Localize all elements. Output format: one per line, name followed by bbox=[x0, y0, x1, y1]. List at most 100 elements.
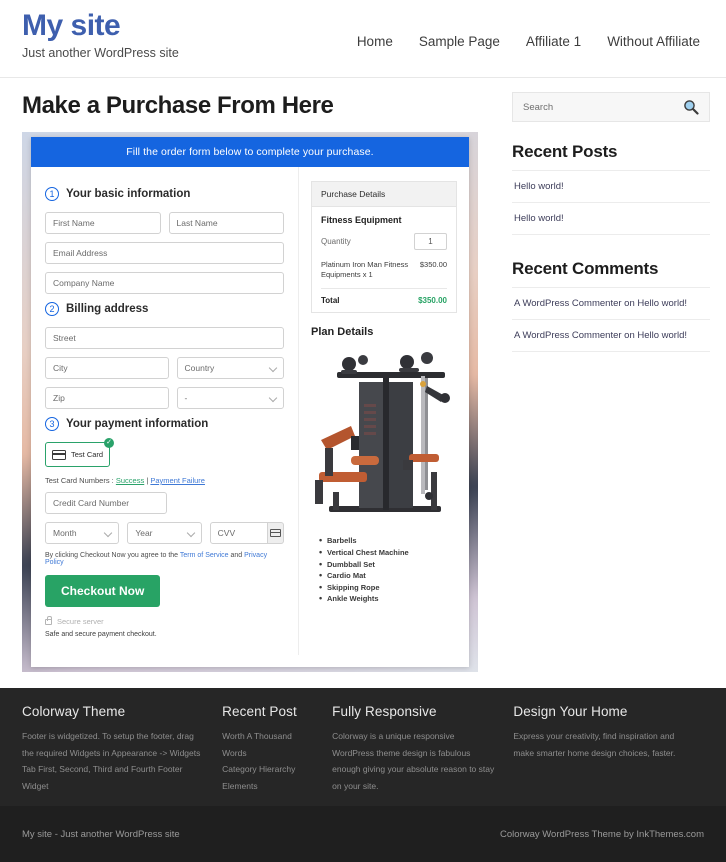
step-payment-information: 3 Your payment information bbox=[45, 417, 284, 431]
email-input[interactable]: Email Address bbox=[45, 242, 284, 264]
footer-column-title: Colorway Theme bbox=[22, 704, 126, 719]
footer-list-item[interactable]: Elements bbox=[222, 778, 316, 795]
nav-item-affiliate-1[interactable]: Affiliate 1 bbox=[526, 34, 581, 49]
total-amount: $350.00 bbox=[418, 296, 447, 306]
step-title-1: Your basic information bbox=[66, 188, 191, 200]
recent-comments-widget: Recent Comments A WordPress Commenter on… bbox=[512, 259, 710, 352]
lock-icon bbox=[45, 615, 52, 625]
footer-column-title: Recent Post bbox=[222, 704, 297, 719]
feature-item: Barbells bbox=[319, 534, 457, 548]
country-select[interactable]: Country bbox=[176, 357, 284, 379]
page-root: My site Just another WordPress site Home… bbox=[0, 0, 726, 862]
page-title: Make a Purchase From Here bbox=[22, 92, 334, 119]
nav-item-sample-page[interactable]: Sample Page bbox=[419, 34, 500, 49]
line-item-name: Platinum Iron Man Fitness Equipments x 1 bbox=[321, 260, 409, 280]
checkout-now-button[interactable]: Checkout Now bbox=[45, 575, 161, 607]
link-terms-of-service[interactable]: Term of Service bbox=[180, 552, 229, 559]
main-column: Make a Purchase From Here Fill the order… bbox=[0, 78, 500, 688]
step-title-2: Billing address bbox=[66, 303, 149, 315]
search-icon[interactable] bbox=[683, 99, 699, 115]
last-name-input[interactable]: Last Name bbox=[168, 212, 284, 234]
plan-details-title: Plan Details bbox=[311, 326, 374, 339]
footer-list-item[interactable]: Worth A Thousand Words bbox=[222, 728, 316, 761]
recent-comments-title: Recent Comments bbox=[512, 259, 710, 288]
feature-item: Vertical Chest Machine bbox=[319, 546, 457, 560]
sidebar: Search Recent Posts Hello world! Hello w… bbox=[500, 78, 726, 688]
footer-column-text: Footer is widgetized. To setup the foote… bbox=[22, 731, 201, 791]
step-number-2: 2 bbox=[45, 302, 59, 316]
feature-item: Dumbball Set bbox=[319, 558, 457, 572]
credit-card-icon bbox=[52, 449, 66, 460]
year-select-wrap: Year bbox=[127, 522, 202, 544]
line-item-row: Platinum Iron Man Fitness Equipments x 1… bbox=[321, 260, 447, 290]
purchase-details-box: Purchase Details Fitness Equipment Quant… bbox=[311, 181, 457, 314]
city-country-row: City Country bbox=[45, 357, 284, 379]
cvv-input[interactable]: CVV bbox=[209, 522, 268, 544]
cvv-help-button[interactable] bbox=[267, 522, 284, 544]
total-label: Total bbox=[321, 296, 340, 306]
recent-posts-widget: Recent Posts Hello world! Hello world! bbox=[512, 142, 710, 235]
company-input[interactable]: Company Name bbox=[45, 272, 284, 294]
credit-card-number-input[interactable]: Credit Card Number bbox=[45, 492, 167, 514]
city-input[interactable]: City bbox=[45, 357, 169, 379]
footer-column-4: Design Your Home Express your creativity… bbox=[513, 704, 704, 806]
fitness-equipment-image bbox=[311, 344, 461, 530]
agree-and: and bbox=[230, 552, 243, 559]
feature-item: Ankle Weights bbox=[319, 592, 457, 606]
checkout-body: 1 Your basic information First Name Last… bbox=[31, 167, 469, 655]
street-input[interactable]: Street bbox=[45, 327, 284, 349]
footer-column-text: Express your creativity, find inspiratio… bbox=[513, 731, 676, 758]
test-numbers-label: Test Card Numbers : bbox=[45, 476, 114, 485]
order-form: 1 Your basic information First Name Last… bbox=[31, 167, 299, 655]
footer-column-3: Fully Responsive Colorway is a unique re… bbox=[332, 704, 513, 806]
link-success[interactable]: Success bbox=[116, 476, 144, 485]
footer-column-title: Design Your Home bbox=[513, 704, 628, 719]
search-input[interactable]: Search bbox=[523, 102, 553, 113]
gym-machine-illustration bbox=[311, 344, 461, 530]
name-row: First Name Last Name bbox=[45, 212, 284, 234]
test-card-numbers-line: Test Card Numbers : Success | Payment Fa… bbox=[45, 476, 284, 485]
site-header: My site Just another WordPress site Home… bbox=[0, 0, 726, 78]
month-select[interactable]: Month bbox=[45, 522, 120, 544]
safe-checkout-note: Safe and secure payment checkout. bbox=[45, 631, 157, 638]
step-number-3: 3 bbox=[45, 417, 59, 431]
nav-item-without-affiliate[interactable]: Without Affiliate bbox=[607, 34, 700, 49]
content-area: Make a Purchase From Here Fill the order… bbox=[0, 78, 726, 688]
footer-column-2: Recent Post Worth A Thousand Words Categ… bbox=[222, 704, 332, 806]
list-item[interactable]: Hello world! bbox=[512, 203, 710, 235]
footer-list-item[interactable]: Category Hierarchy bbox=[222, 761, 316, 778]
brand[interactable]: My site Just another WordPress site bbox=[22, 10, 179, 60]
year-select[interactable]: Year bbox=[127, 522, 202, 544]
zip-input[interactable]: Zip bbox=[45, 387, 169, 409]
nav-item-home[interactable]: Home bbox=[357, 34, 393, 49]
list-item[interactable]: Hello world! bbox=[512, 171, 710, 203]
secure-server-label: Secure server bbox=[57, 617, 104, 626]
state-select[interactable]: - bbox=[176, 387, 284, 409]
list-item[interactable]: A WordPress Commenter on Hello world! bbox=[512, 320, 710, 352]
step-billing-address: 2 Billing address bbox=[45, 302, 284, 316]
purchase-summary: Purchase Details Fitness Equipment Quant… bbox=[299, 167, 469, 655]
first-name-input[interactable]: First Name bbox=[45, 212, 161, 234]
expiry-cvv-row: Month Year CVV bbox=[45, 522, 284, 544]
card-back-icon bbox=[269, 529, 281, 537]
search-widget[interactable]: Search bbox=[512, 92, 710, 122]
primary-navigation: Home Sample Page Affiliate 1 Without Aff… bbox=[357, 34, 704, 49]
link-payment-failure[interactable]: Payment Failure bbox=[150, 476, 205, 485]
total-row: Total $350.00 bbox=[321, 289, 447, 305]
footer-column-1: Colorway Theme Footer is widgetized. To … bbox=[22, 704, 222, 806]
checkout-background: Fill the order form below to complete yo… bbox=[22, 132, 478, 672]
checkout-banner: Fill the order form below to complete yo… bbox=[31, 137, 469, 167]
test-card-option[interactable]: Test Card ✓ bbox=[45, 438, 114, 467]
footer-theme-credit[interactable]: Colorway WordPress Theme by InkThemes.co… bbox=[500, 829, 704, 840]
quantity-input[interactable]: 1 bbox=[414, 233, 447, 250]
step-title-3: Your payment information bbox=[66, 418, 209, 430]
terms-agreement-text: By clicking Checkout Now you agree to th… bbox=[45, 552, 284, 566]
country-select-wrap: Country bbox=[176, 357, 284, 379]
site-title[interactable]: My site bbox=[22, 10, 179, 42]
purchase-details-body: Fitness Equipment Quantity 1 Platinum Ir… bbox=[312, 207, 456, 312]
feature-item: Cardio Mat bbox=[319, 569, 457, 583]
plan-feature-list: Barbells Vertical Chest Machine Dumbball… bbox=[311, 534, 457, 606]
site-footer: Colorway Theme Footer is widgetized. To … bbox=[0, 688, 726, 806]
list-item[interactable]: A WordPress Commenter on Hello world! bbox=[512, 288, 710, 320]
month-select-wrap: Month bbox=[45, 522, 120, 544]
